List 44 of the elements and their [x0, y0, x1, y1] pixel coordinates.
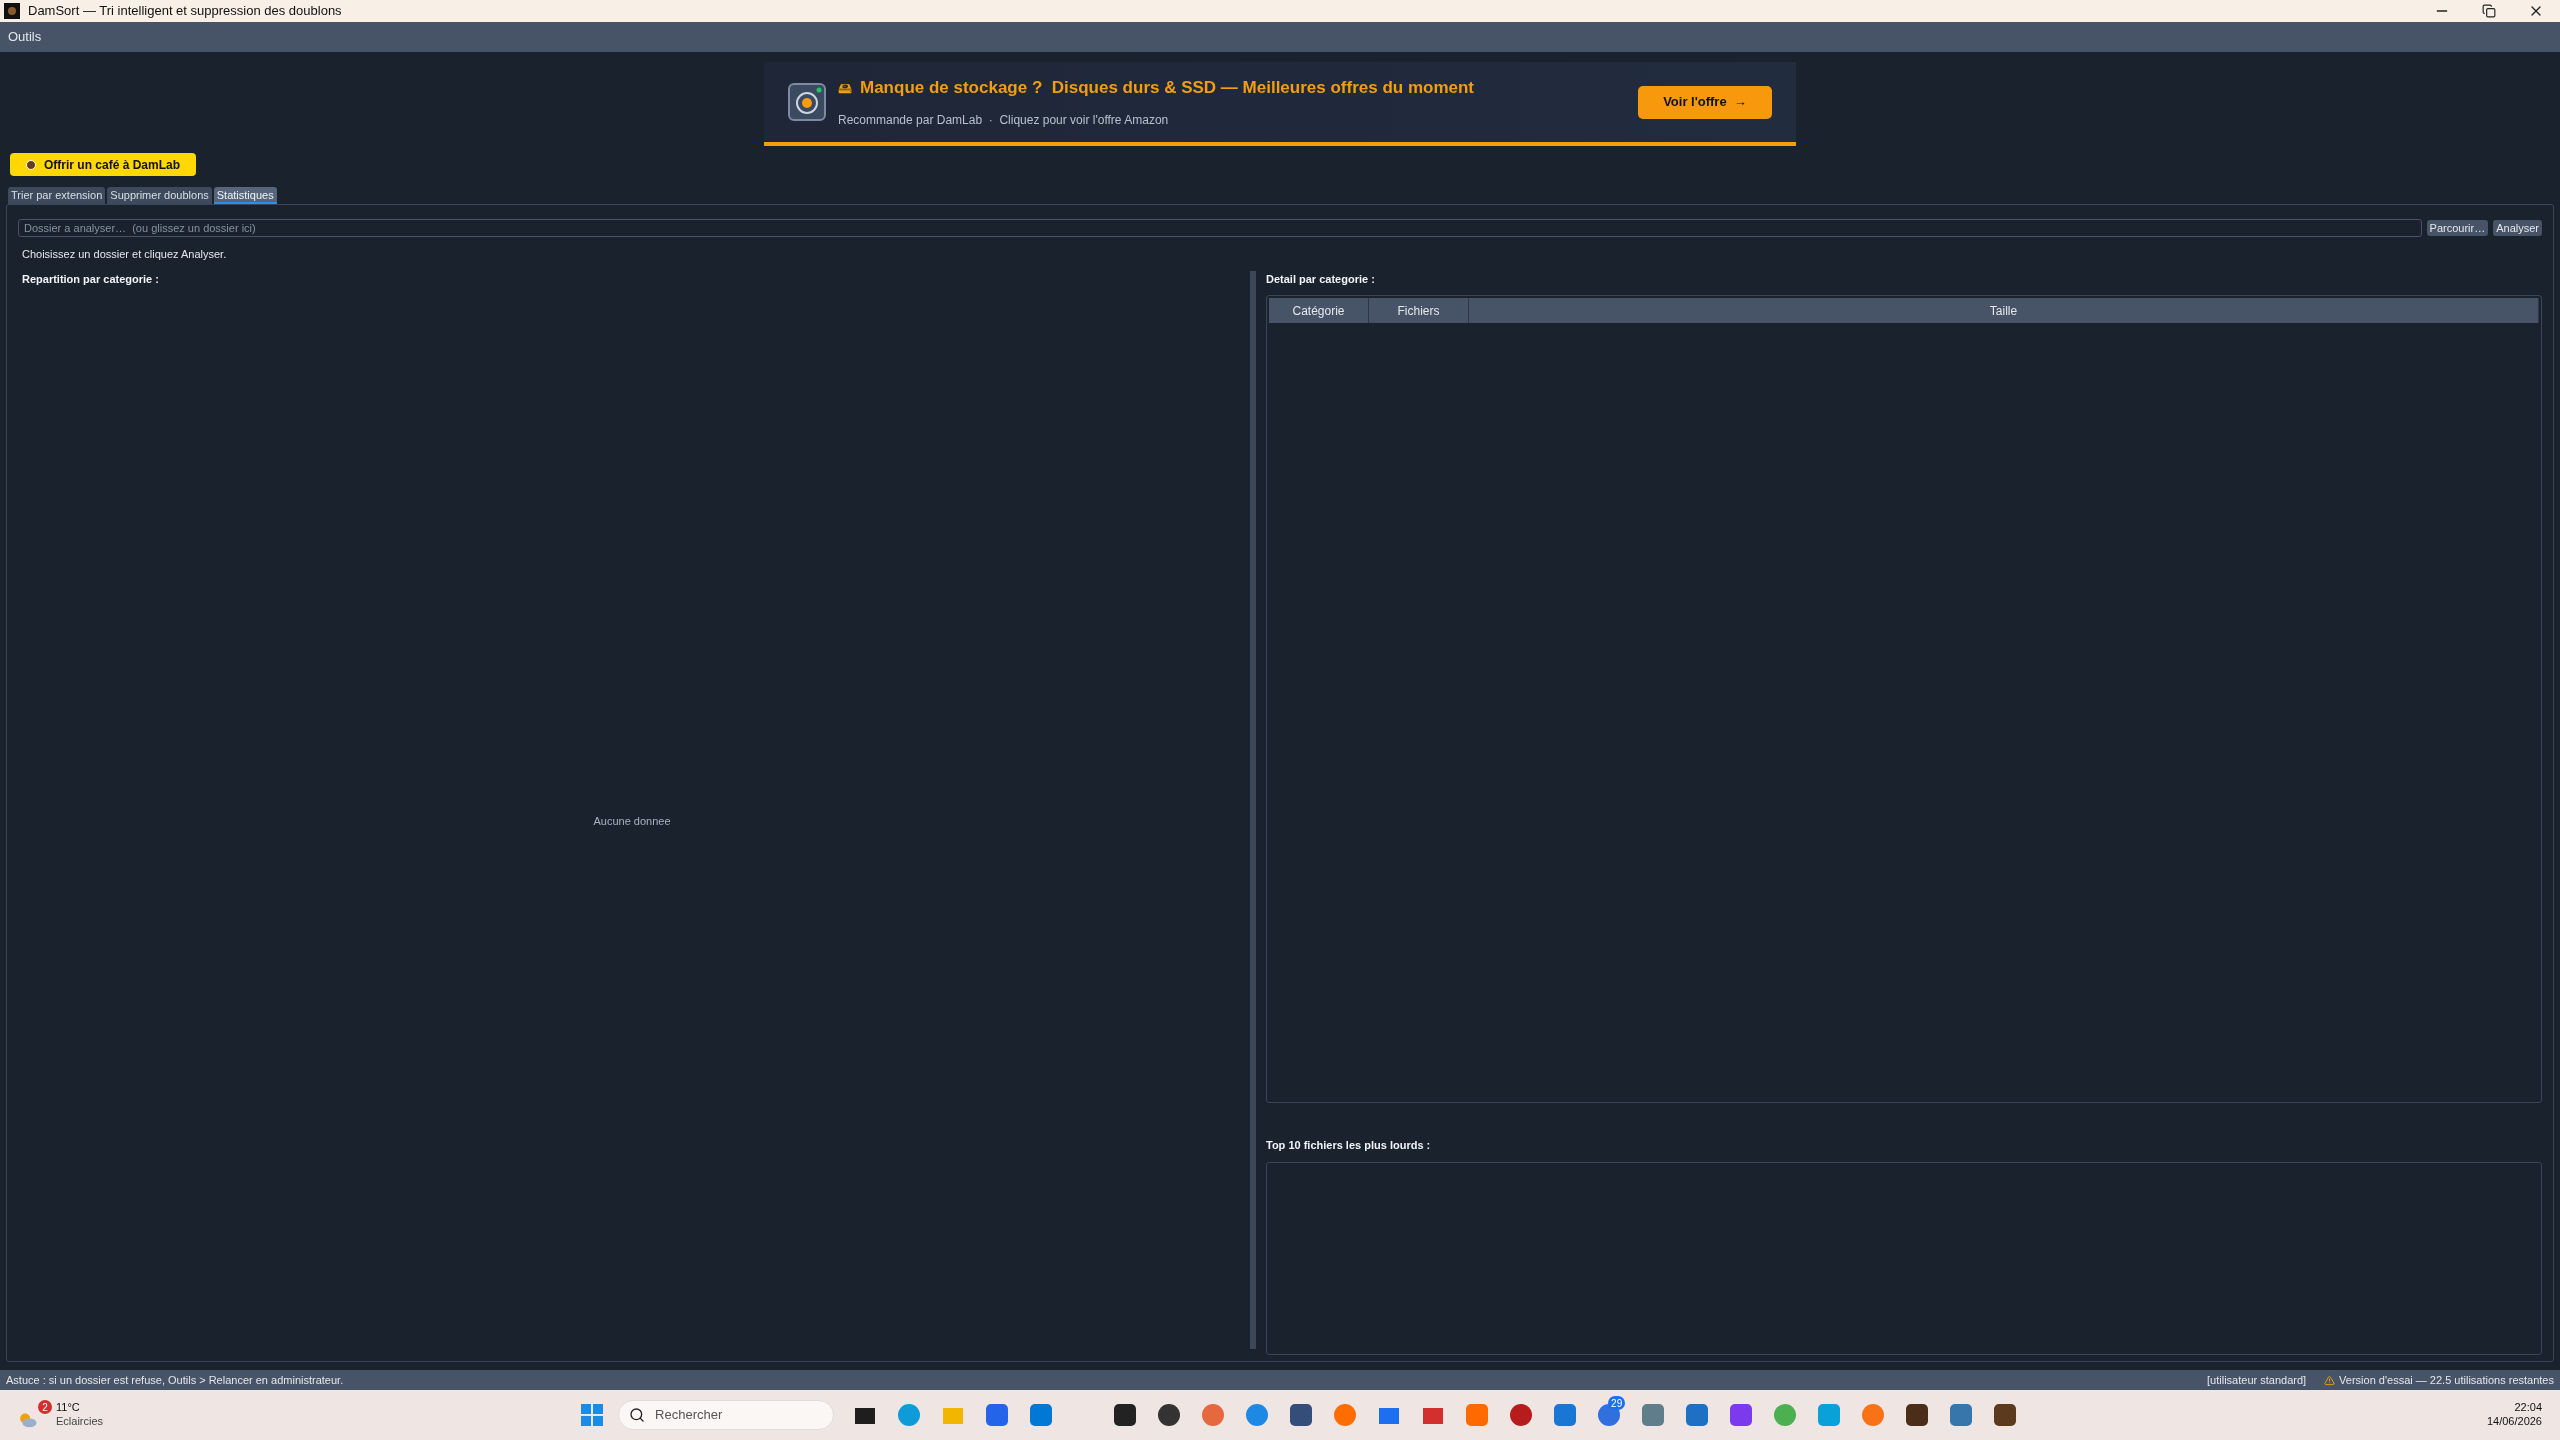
app-icon[interactable] [1904, 1402, 1931, 1428]
coffee-button[interactable]: Offrir un café à DamLab [10, 153, 197, 176]
search-icon [629, 1407, 646, 1423]
offer-button[interactable]: Voir l'offre → [1638, 85, 1772, 119]
tab[interactable]: Statistiques [213, 187, 277, 204]
tab[interactable]: Trier par extension [8, 187, 106, 204]
app-icon[interactable] [1992, 1402, 2019, 1428]
user-status: [utilisateur standard] [2207, 1372, 2307, 1388]
clock-time: 22:04 [2514, 1401, 2542, 1415]
hint-text: Choisissez un dossier et cliquez Analyser. [22, 247, 228, 262]
section-title: Top 10 fichiers les plus lourds : [1266, 1138, 1432, 1153]
app-logo-icon [4, 3, 20, 19]
section-title: Repartition par categorie : [22, 271, 160, 287]
window-title: DamSort — Tri intelligent et suppression des doublons [28, 2, 342, 21]
action-button[interactable]: Parcourir… [2426, 220, 2489, 236]
clock-date: 14/06/2026 [2486, 1415, 2542, 1429]
warning-icon [2324, 1374, 2336, 1386]
empty-chart-text: Aucune donnee [593, 813, 671, 829]
section-title: Detail par categorie : [1266, 271, 1376, 287]
taskbar-search-field[interactable]: Rechercher [618, 1400, 835, 1430]
coffee-icon [26, 159, 36, 170]
column-header[interactable]: Taille [1469, 298, 2539, 323]
start-icon[interactable] [580, 1403, 605, 1427]
status-tip: Astuce : si un dossier est refuse, Outils > Relancer en administrateur. [6, 1372, 344, 1388]
trial-status: Version d'essai — 22.5 utilisations restantes [2339, 1372, 2554, 1388]
drive-emoji: 🖴 [838, 78, 852, 98]
app-icon[interactable] [1112, 1402, 1139, 1428]
menu-item[interactable]: Outils [8, 27, 42, 47]
ad-banner[interactable]: 🖴 Manque de stockage ? Disques durs & SSD — Meilleures offres du moment Recommande par DamLab · Cliquez pour voir l'offre Amazon Voir l'offre → [764, 62, 1796, 146]
notification-badge: 29 [1608, 1396, 1626, 1410]
temperature: 11°C [56, 1401, 81, 1415]
notification-badge: 2 [38, 1400, 52, 1414]
weather-text: Eclaircies [56, 1415, 104, 1429]
folder-path-field[interactable]: Dossier a analyser… (ou glissez un dossier ici) [18, 219, 2422, 237]
banner-title: Manque de stockage ? Disques durs & SSD — Meilleures offres du moment [860, 77, 1475, 100]
action-button[interactable]: Analyser [2493, 220, 2542, 236]
banner-subtitle: Recommande par DamLab · Cliquez pour voir l'offre Amazon [838, 111, 1170, 129]
app-icon[interactable] [1288, 1402, 1315, 1428]
search-placeholder: Rechercher [655, 1406, 723, 1425]
app-icon[interactable] [1156, 1402, 1183, 1428]
tab[interactable]: Supprimer doublons [107, 187, 212, 204]
column-header[interactable]: Fichiers [1369, 298, 1469, 323]
column-header[interactable]: Catégorie [1269, 298, 1369, 323]
restore-icon[interactable] [2482, 4, 2496, 18]
